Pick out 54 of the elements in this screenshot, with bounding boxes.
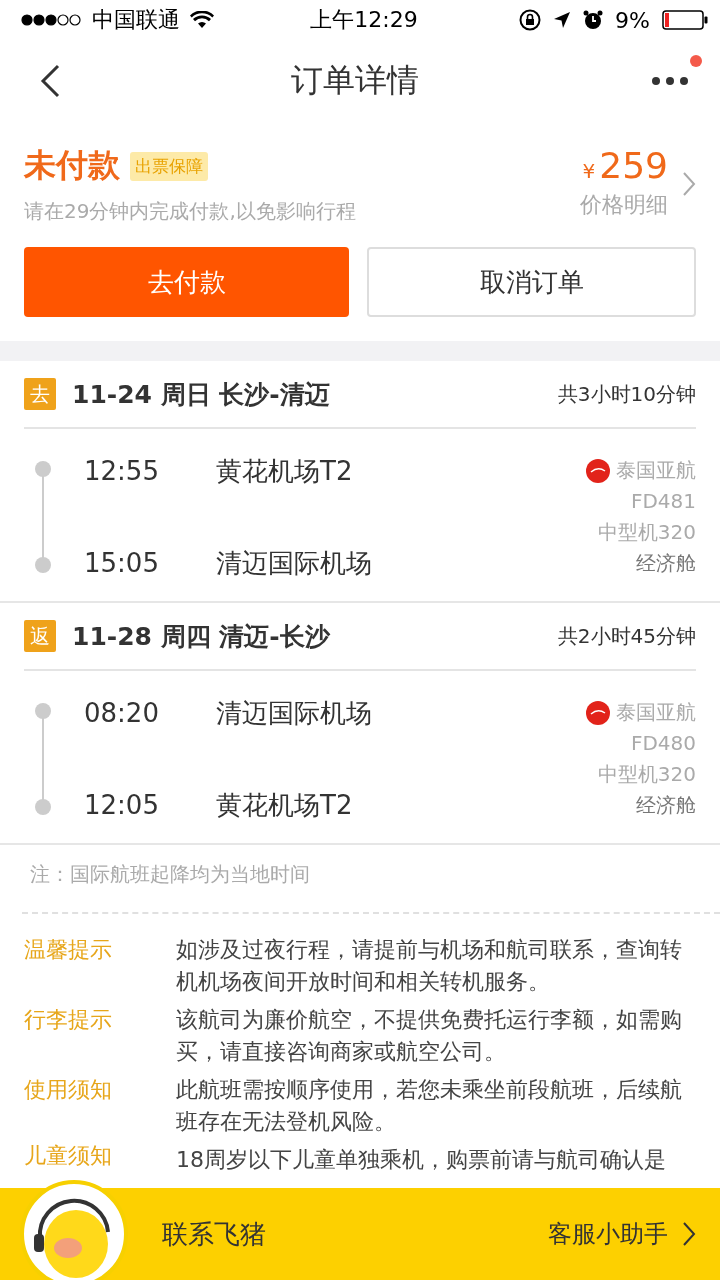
- arrival-time: 12:05: [84, 789, 160, 822]
- signal-icon: [20, 13, 82, 27]
- time-note: 注：国际航班起降均为当地时间: [30, 862, 310, 886]
- departure-airport: 黄花机场T2: [216, 455, 353, 488]
- tip-label: 使用须知: [24, 1076, 113, 1104]
- tip-text: 如涉及过夜行程，请提前与机场和航司联系，查询转机机场夜间开放时间和相关转机服务。: [176, 936, 683, 996]
- arrival-airport: 清迈国际机场: [216, 547, 372, 580]
- cabin-class: 经济舱: [636, 792, 696, 819]
- page-title: 订单详情: [291, 60, 419, 101]
- arrival-time: 15:05: [84, 547, 160, 580]
- chevron-right-icon: [682, 1221, 696, 1247]
- airline-name: 泰国亚航: [616, 457, 696, 484]
- tip-label: 儿童须知: [24, 1142, 113, 1170]
- tip-text: 18周岁以下儿童单独乘机，购票前请与航司确认是: [176, 1146, 667, 1174]
- flight-number: FD481: [630, 488, 696, 515]
- more-icon: [650, 75, 690, 87]
- chevron-right-icon: [682, 171, 696, 197]
- cabin-class: 经济舱: [636, 550, 696, 577]
- customer-service-button[interactable]: 客服小助手: [548, 1218, 696, 1250]
- flight-duration: 共2小时45分钟: [557, 622, 696, 650]
- airline-logo-icon: [586, 700, 610, 725]
- flight-date-route: 11-28 周四 清迈-长沙: [72, 620, 332, 653]
- direction-badge: 去: [24, 378, 56, 410]
- airline-logo-icon: [586, 458, 610, 483]
- battery-icon: [662, 10, 708, 30]
- departure-time: 08:20: [84, 697, 160, 730]
- battery-percent: 9%: [615, 7, 650, 33]
- flight-duration: 共3小时10分钟: [557, 380, 696, 408]
- order-status: 未付款: [24, 145, 120, 186]
- contact-label[interactable]: 联系飞猪: [162, 1216, 548, 1252]
- alarm-icon: [583, 10, 604, 30]
- tip-text: 该航司为廉价航空，不提供免费托运行李额，如需购买，请直接咨询商家或航空公司。: [176, 1006, 683, 1066]
- aircraft-type: 中型机320: [597, 519, 696, 546]
- flight-number: FD480: [630, 730, 696, 757]
- departure-time: 12:55: [84, 455, 160, 488]
- wifi-icon: [190, 11, 214, 29]
- carrier-name: 中国联通: [92, 6, 180, 34]
- cancel-order-button[interactable]: 取消订单: [367, 247, 696, 317]
- flight-date-route: 11-24 周日 长沙-清迈: [72, 378, 331, 411]
- location-arrow-icon: [553, 11, 572, 29]
- payment-hint: 请在29分钟内完成付款,以免影响行程: [24, 198, 356, 225]
- tip-label: 行李提示: [24, 1006, 113, 1034]
- arrival-airport: 黄花机场T2: [216, 789, 353, 822]
- tip-label: 温馨提示: [24, 936, 113, 964]
- tip-text: 此航班需按顺序使用，若您未乘坐前段航班，后续航班存在无法登机风险。: [176, 1076, 683, 1136]
- price: 259: [599, 148, 668, 184]
- departure-airport: 清迈国际机场: [216, 697, 372, 730]
- ticket-guarantee-tag: 出票保障: [130, 151, 208, 181]
- rotation-lock-icon: [519, 9, 542, 31]
- airline-name: 泰国亚航: [616, 699, 696, 726]
- status-time: 上午12:29: [310, 6, 418, 34]
- direction-badge: 返: [24, 620, 56, 652]
- aircraft-type: 中型机320: [597, 761, 696, 788]
- currency-symbol: ¥: [582, 159, 596, 183]
